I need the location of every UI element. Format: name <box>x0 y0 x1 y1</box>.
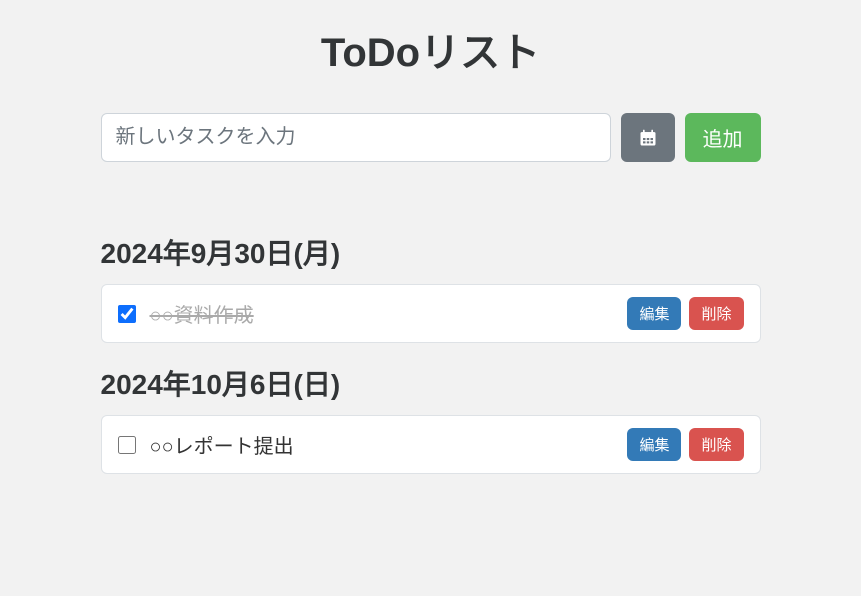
edit-button[interactable]: 編集 <box>627 297 681 330</box>
task-item: ○○資料作成編集削除 <box>101 284 761 343</box>
task-checkbox[interactable] <box>118 436 136 454</box>
new-task-input[interactable] <box>101 113 611 162</box>
task-input-row: 追加 <box>101 113 761 162</box>
delete-button[interactable]: 削除 <box>689 428 743 461</box>
task-groups: 2024年9月30日(月)○○資料作成編集削除2024年10月6日(日)○○レポ… <box>101 232 761 474</box>
task-checkbox[interactable] <box>118 305 136 323</box>
task-actions: 編集削除 <box>627 297 743 330</box>
date-header: 2024年9月30日(月) <box>101 232 761 272</box>
page-title: ToDoリスト <box>101 20 761 78</box>
task-text: ○○資料作成 <box>150 299 614 328</box>
edit-button[interactable]: 編集 <box>627 428 681 461</box>
delete-button[interactable]: 削除 <box>689 297 743 330</box>
calendar-icon <box>638 128 658 148</box>
date-header: 2024年10月6日(日) <box>101 363 761 403</box>
calendar-button[interactable] <box>621 113 675 162</box>
task-item: ○○レポート提出編集削除 <box>101 415 761 474</box>
add-button[interactable]: 追加 <box>685 113 761 162</box>
task-actions: 編集削除 <box>627 428 743 461</box>
task-text: ○○レポート提出 <box>150 430 614 459</box>
